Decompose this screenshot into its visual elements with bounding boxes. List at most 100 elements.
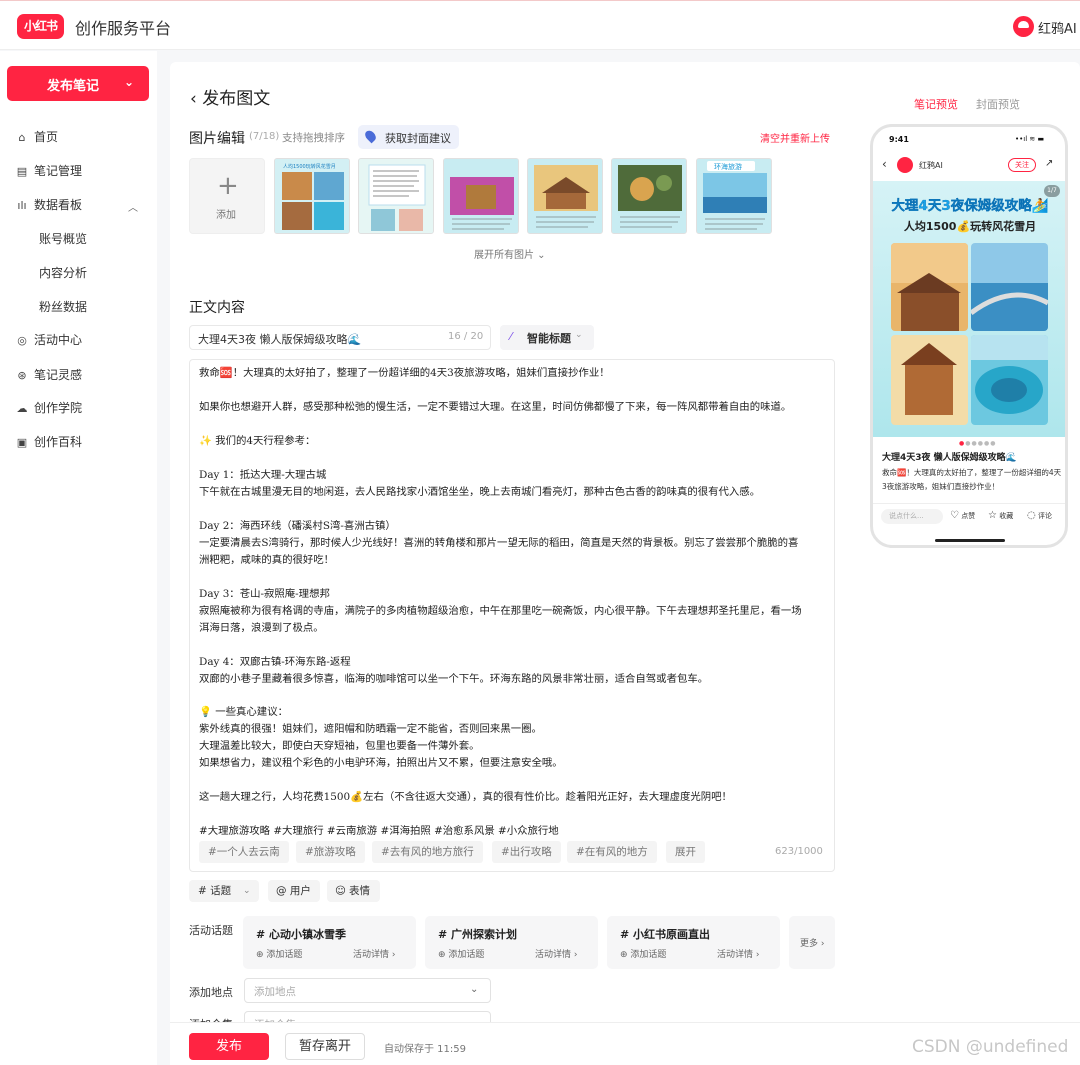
avatar [897, 157, 913, 173]
suggested-tag[interactable]: #去有风的地方旅行 [372, 841, 483, 863]
body-line: 💡 一些真心建议： [199, 706, 288, 718]
page-title[interactable]: ‹ 发布图文 [190, 84, 270, 109]
cover-suggestion-button[interactable]: 获取封面建议 [358, 125, 459, 149]
expand-tags-button[interactable]: 展开 [666, 841, 705, 863]
image-thumbnail[interactable] [611, 158, 687, 234]
image-thumbnail[interactable] [358, 158, 434, 234]
body-line: 这一趟大理之行，人均花费1500💰左右（不含往返大交通），真的很有性价比。趁着阳… [199, 791, 732, 803]
more-activities-button[interactable]: 更多 › [789, 916, 835, 969]
body-line: 寂照庵被称为很有格调的寺庙，满院子的多肉植物超级治愈，中午在那里吃一碗斋饭，内心… [199, 605, 802, 617]
image-edit-title: 图片编辑 [189, 131, 245, 147]
tab-note-preview[interactable]: 笔记预览 [914, 96, 958, 112]
hongya-ai-icon[interactable] [1013, 16, 1034, 37]
body-line: 洱海日落，浪漫到了极点。 [199, 622, 324, 634]
hashtag-line: #大理旅游攻略 #大理旅行 #云南旅游 #洱海拍照 #治愈系风景 #小众旅行地 [199, 825, 559, 837]
phone-preview: 9:41 ••ıl ≋ ▬ ‹ 红鸦AI 关注 ↗ 1/7 大理4天3夜保姆级攻… [870, 124, 1068, 548]
sidebar-item-account-overview[interactable]: 账号概览 [39, 229, 87, 249]
add-topic-link[interactable]: ⊕ 添加话题 [256, 947, 302, 960]
body-line: 救命🆘！大理真的太好拍了，整理了一份超详细的4天3夜旅游攻略，姐妹们直接抄作业！ [199, 367, 610, 379]
hongya-ai-label[interactable]: 红鸦AI [1038, 18, 1077, 37]
body-line: 双廊的小巷子里藏着很多惊喜，临海的咖啡馆可以坐一个下午。环海东路的风景非常壮丽，… [199, 673, 709, 685]
activity-detail-link[interactable]: 活动详情 › [535, 947, 577, 960]
chevron-up-icon[interactable]: ︿ [128, 199, 138, 214]
expand-all-images-link[interactable]: 展开所有图片 ⌄ [474, 246, 546, 261]
tab-cover-preview[interactable]: 封面预览 [976, 96, 1020, 112]
add-topic-link[interactable]: ⊕ 添加话题 [620, 947, 666, 960]
preview-note-title: 大理4天3夜 懒人版保姆级攻略🌊 [882, 453, 1017, 463]
chevron-down-icon[interactable]: ⌄ [124, 75, 134, 89]
location-label: 添加地点 [189, 986, 233, 999]
location-pin-icon [363, 128, 378, 144]
activity-topics-label: 活动话题 [189, 924, 233, 937]
publish-button[interactable]: 发布 [189, 1033, 269, 1060]
activity-detail-link[interactable]: 活动详情 › [717, 947, 759, 960]
sidebar-item-academy[interactable]: ☁ 创作学院 [16, 398, 83, 418]
add-image-button[interactable]: + 添加 [189, 158, 265, 234]
home-icon: ⌂ [18, 131, 26, 144]
heart-icon: ♡ [950, 510, 959, 521]
sidebar-item-home[interactable]: ⌂ 首页 [16, 127, 59, 147]
back-chevron-icon[interactable]: ‹ [190, 89, 202, 109]
comment-icon: ◌ [1027, 510, 1036, 521]
suggested-tag[interactable]: #在有风的地方 [567, 841, 657, 863]
sidebar-item-fans-data[interactable]: 粉丝数据 [39, 297, 87, 317]
collect-action: ☆ 收藏 [988, 510, 1014, 521]
activity-topic-card[interactable]: # 广州探索计划 ⊕ 添加话题 活动详情 › [425, 916, 598, 969]
sidebar-item-wiki[interactable]: ▣ 创作百科 [16, 432, 82, 452]
carousel-dots: ●●●●●● [959, 440, 997, 447]
like-action: ♡ 点赞 [950, 510, 976, 521]
sidebar-item-dashboard[interactable]: ılı 数据看板 [16, 195, 82, 215]
image-thumbnail[interactable]: 环海旅游 [696, 158, 772, 234]
thumb-caption: 人均1500玩转风花雪月 [283, 163, 336, 170]
home-indicator [935, 539, 1005, 542]
add-topic-link[interactable]: ⊕ 添加话题 [438, 947, 484, 960]
cover-photo [891, 335, 968, 425]
location-select[interactable]: 添加地点 ⌄ [244, 978, 491, 1003]
comment-action: ◌ 评论 [1027, 510, 1052, 521]
mention-user-button[interactable]: @ 用户 [268, 880, 320, 902]
smile-icon: ☺ [335, 885, 346, 897]
share-icon: ↗ [1045, 158, 1054, 169]
academy-icon: ☁ [16, 402, 28, 415]
suggested-tag[interactable]: #出行攻略 [492, 841, 561, 863]
sidebar-item-content-analysis[interactable]: 内容分析 [39, 263, 87, 283]
sidebar-item-inspiration[interactable]: ⊛ 笔记灵感 [16, 365, 82, 385]
platform-title: 创作服务平台 [75, 19, 172, 38]
clear-reupload-link[interactable]: 清空并重新上传 [760, 130, 830, 145]
autosave-status: 自动保存于 11:59 [384, 1044, 466, 1055]
activity-topic-card[interactable]: # 心动小镇冰雪季 ⊕ 添加话题 活动详情 › [243, 916, 416, 969]
phone-status-icons: ••ıl ≋ ▬ [1015, 135, 1045, 143]
suggested-tag[interactable]: #一个人去云南 [199, 841, 289, 863]
note-title-input[interactable]: 大理4天3夜 懒人版保姆级攻略🌊 16 / 20 [189, 325, 491, 350]
title-char-count: 16 / 20 [448, 331, 484, 342]
sidebar-item-activity[interactable]: ◎ 活动中心 [16, 330, 82, 350]
save-and-leave-button[interactable]: 暂存离开 [285, 1033, 365, 1060]
wiki-icon: ▣ [16, 436, 28, 449]
activity-topic-card[interactable]: # 小红书原画直出 ⊕ 添加话题 活动详情 › [607, 916, 780, 969]
cover-photo [971, 335, 1048, 425]
image-thumbnail[interactable] [527, 158, 603, 234]
cover-subline: 人均1500💰玩转风花雪月 [903, 220, 1037, 233]
image-thumbnail[interactable]: 人均1500玩转风花雪月 [274, 158, 350, 234]
smart-title-button[interactable]: ⁄ 智能标题 ⌄ [500, 325, 594, 350]
sidebar-item-notes[interactable]: ▤ 笔记管理 [16, 161, 82, 181]
follow-button: 关注 [1008, 158, 1036, 172]
emoji-button[interactable]: ☺ 表情 [327, 880, 380, 902]
chevron-down-icon[interactable]: ⌄ [243, 880, 251, 902]
body-line: Day 2：海西环线（磻溪村S湾-喜洲古镇） [199, 520, 396, 532]
activity-detail-link[interactable]: 活动详情 › [353, 947, 395, 960]
drag-sort-hint: 支持拖拽排序 [282, 132, 345, 144]
topic-button[interactable]: # 话题 ⌄ [189, 880, 259, 902]
activity-icon: ◎ [17, 334, 27, 347]
publish-note-label: 发布笔记 [47, 79, 100, 94]
body-word-count: 623/1000 [775, 846, 823, 857]
body-line: 洲粑粑，咸味的真的很好吃！ [199, 554, 335, 566]
phone-time: 9:41 [889, 135, 909, 144]
image-thumbnail[interactable] [443, 158, 519, 234]
comment-input-preview: 说点什么... [881, 509, 943, 524]
suggested-tag[interactable]: #旅游攻略 [296, 841, 365, 863]
xiaohongshu-logo[interactable]: 小红书 [17, 14, 64, 39]
thumb-caption: 环海旅游 [714, 162, 742, 171]
body-line: Day 1：抵达大理-大理古城 [199, 469, 327, 481]
publish-note-button[interactable]: 发布笔记 ⌄ [7, 66, 149, 101]
